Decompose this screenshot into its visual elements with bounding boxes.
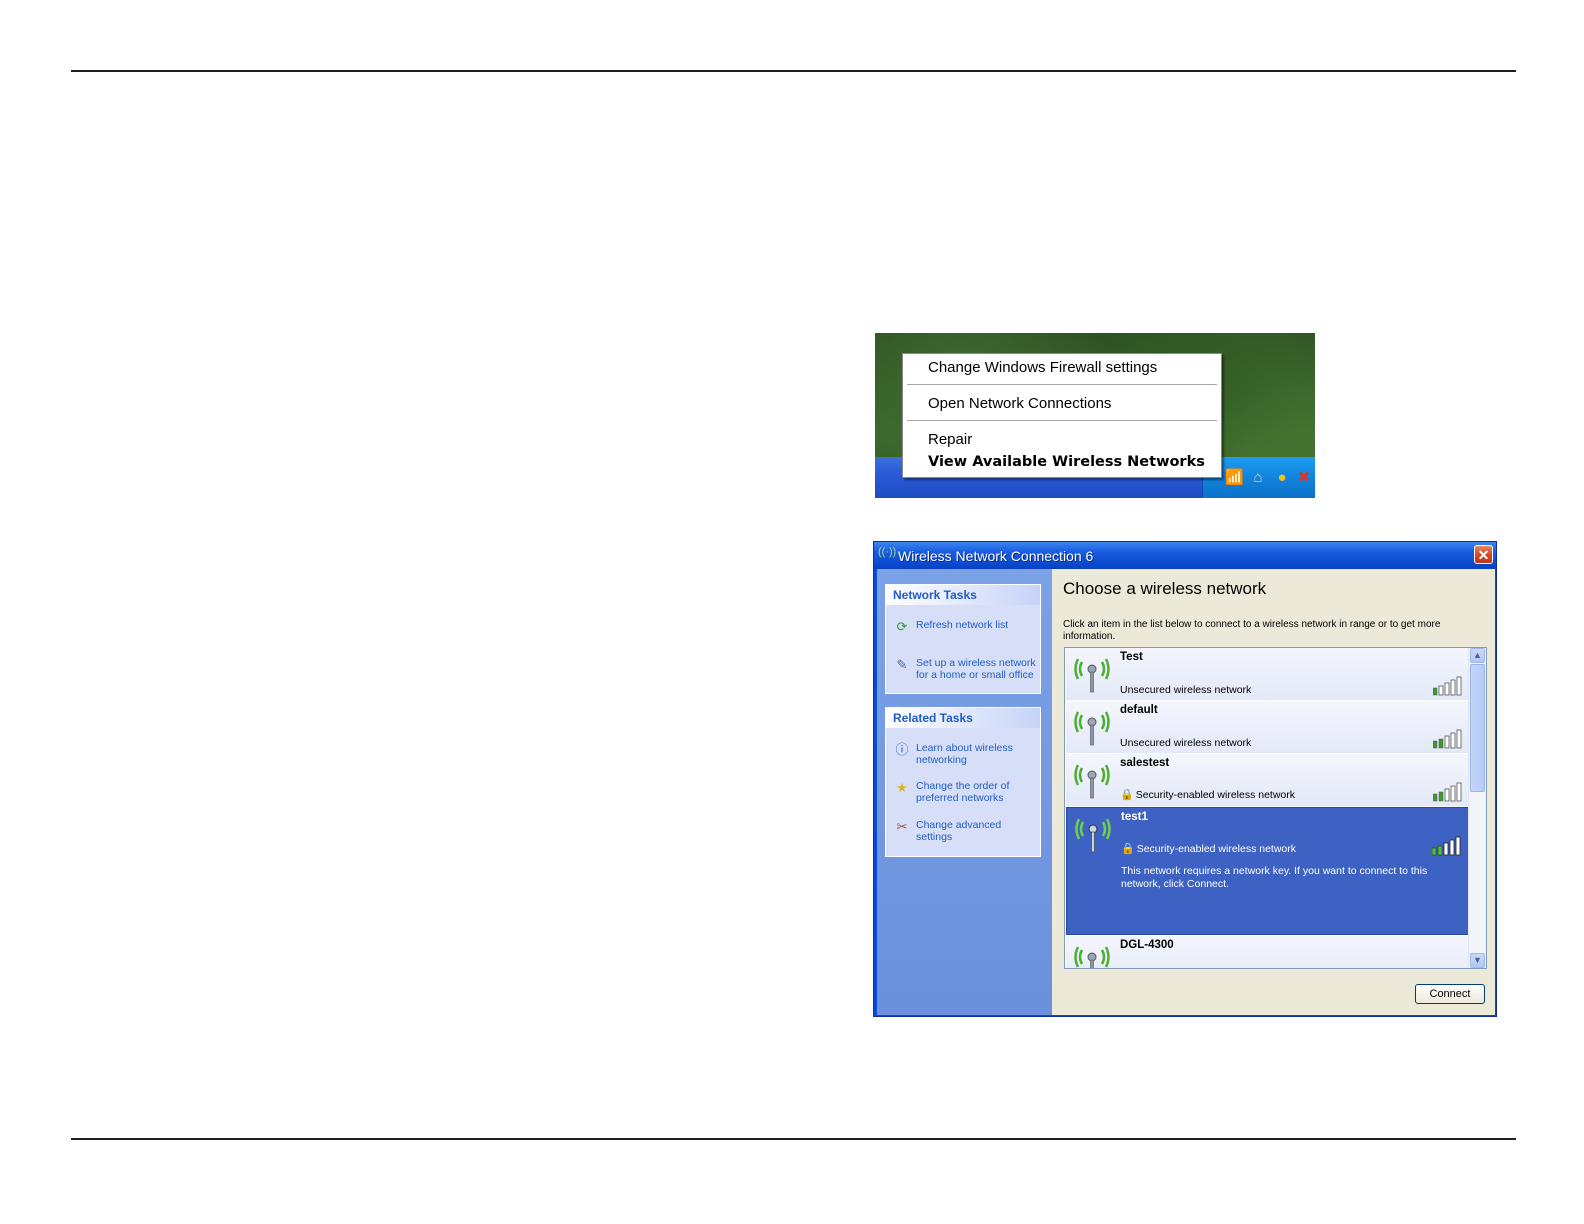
refresh-icon: ⟳ [896,619,908,634]
menu-item-repair[interactable]: Repair [928,431,972,448]
setup-wireless-network-link[interactable]: ✎ Set up a wireless network for a home o… [894,657,1040,683]
menu-item-view-wireless-networks[interactable]: View Available Wireless Networks [928,454,1205,470]
learn-wireless-link[interactable]: ⓘ Learn about wireless networking [894,742,1040,768]
network-row-test[interactable]: Test Unsecured wireless network [1066,648,1469,701]
antenna-icon [1074,658,1110,693]
related-tasks-panel: Related Tasks ⓘ Learn about wireless net… [885,707,1041,857]
antenna-icon [1074,764,1110,799]
network-tasks-header: Network Tasks [886,585,1040,605]
related-tasks-header: Related Tasks [886,708,1040,728]
close-button[interactable]: ✕ [1474,545,1493,564]
wireless-disconnected-icon[interactable]: 📶 [1225,469,1244,487]
bottom-rule [71,1138,1516,1140]
content-pane: Choose a wireless network Click an item … [1052,569,1495,1015]
task-sidebar: Network Tasks ⟳ Refresh network list ✎ S… [877,569,1052,1015]
network-status: Security-enabled wireless network [1136,843,1297,855]
info-icon: ⓘ [895,742,909,757]
task-label: Set up a wireless network for a home or … [916,657,1036,681]
menu-separator [907,420,1217,422]
security-alert-icon[interactable]: ● [1273,469,1291,487]
network-name: Test [1120,651,1143,663]
network-status: Unsecured wireless network [1120,737,1252,749]
lock-icon: 🔒 [1121,843,1135,855]
setup-network-icon: ✎ [896,657,908,672]
network-row-salestest[interactable]: salestest 🔒 Security-enabled wireless net… [1066,754,1469,807]
tray-context-menu-screenshot: 📶 ⌂ ● ✖ Change Windows Firewall settings… [875,333,1315,498]
signal-strength-icon [1433,676,1462,696]
network-status-row: 🔒 Security-enabled wireless network [1120,788,1295,801]
network-row-default[interactable]: default Unsecured wireless network [1066,701,1469,754]
antenna-icon [1074,946,1110,968]
page-title: Choose a wireless network [1063,579,1267,598]
top-rule [71,70,1516,72]
network-row-test1[interactable]: test1 🔒 Security-enabled wireless network… [1066,807,1469,935]
network-disconnected-icon[interactable]: ✖ [1295,469,1313,487]
wireless-network-dialog: ((·)) Wireless Network Connection 6 ✕ Ne… [873,541,1497,1017]
list-scrollbar[interactable]: ▲ ▼ [1468,648,1486,968]
signal-strength-icon [1433,729,1462,749]
menu-item-firewall-settings[interactable]: Change Windows Firewall settings [928,359,1157,376]
context-menu: Change Windows Firewall settings Open Ne… [902,353,1222,478]
dialog-title: Wireless Network Connection 6 [898,548,1094,564]
scroll-thumb[interactable] [1470,664,1485,792]
home-network-icon[interactable]: ⌂ [1249,469,1267,487]
task-label: Change the order of preferred networks [916,780,1010,804]
connect-button[interactable]: Connect [1415,984,1485,1004]
network-name: DGL-4300 [1120,939,1174,951]
network-status: Unsecured wireless network [1120,684,1252,696]
network-tasks-panel: Network Tasks ⟳ Refresh network list ✎ S… [885,584,1041,694]
signal-strength-icon [1432,836,1461,856]
wireless-icon: ((·)) [878,546,897,558]
network-name: test1 [1121,811,1148,823]
menu-item-open-network-connections[interactable]: Open Network Connections [928,395,1111,412]
task-label: Change advanced settings [916,819,1002,843]
wrench-icon: ✂ [896,819,908,834]
network-status: Security-enabled wireless network [1135,789,1296,801]
signal-strength-icon [1433,782,1462,802]
change-advanced-settings-link[interactable]: ✂ Change advanced settings [894,819,1040,845]
antenna-icon [1074,711,1110,746]
lock-icon: 🔒 [1120,789,1134,801]
change-preferred-order-link[interactable]: ★ Change the order of preferred networks [894,780,1040,806]
instructions-text: Click an item in the list below to conne… [1063,619,1441,642]
network-row-dgl-4300[interactable]: DGL-4300 [1066,936,1469,968]
network-name: salestest [1120,757,1170,769]
network-name: default [1120,704,1158,716]
scroll-up-button[interactable]: ▲ [1470,648,1485,663]
scroll-down-button[interactable]: ▼ [1470,953,1485,968]
network-list[interactable]: Test Unsecured wireless network default [1064,647,1487,969]
network-note: This network requires a network key. If … [1121,865,1428,890]
task-label: Refresh network list [916,619,1009,631]
star-icon: ★ [896,780,908,795]
title-bar[interactable]: ((·)) Wireless Network Connection 6 ✕ [874,542,1496,569]
refresh-network-list-link[interactable]: ⟳ Refresh network list [894,619,1040,635]
task-label: Learn about wireless networking [916,742,1013,766]
menu-separator [907,384,1217,386]
antenna-icon [1075,818,1111,853]
network-status-row: 🔒 Security-enabled wireless network [1121,842,1296,855]
